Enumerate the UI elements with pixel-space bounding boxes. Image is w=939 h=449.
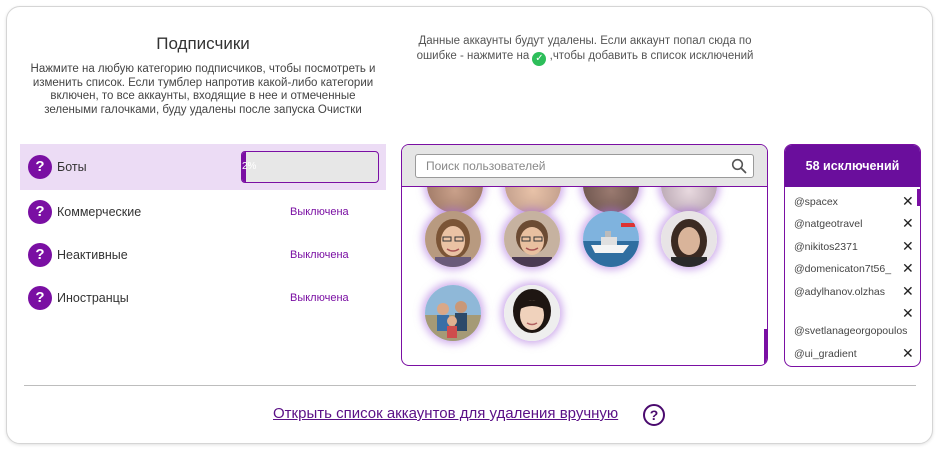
users-panel bbox=[401, 144, 768, 366]
exclusion-item: @ui_gradient ✕ bbox=[794, 342, 918, 364]
exclusion-item: @nikitos2371 ✕ bbox=[794, 235, 918, 257]
exclusion-item: @spacex ✕ bbox=[794, 190, 918, 212]
category-label: Неактивные bbox=[57, 247, 128, 262]
progress-text: 2% bbox=[242, 161, 257, 172]
subscribers-title: Подписчики bbox=[156, 34, 250, 53]
search-icon[interactable] bbox=[731, 158, 747, 174]
person-photo-icon bbox=[661, 211, 717, 267]
exclusions-header: 58 исключений bbox=[785, 145, 920, 187]
category-status[interactable]: Выключена bbox=[290, 206, 349, 218]
user-avatar[interactable] bbox=[425, 211, 481, 267]
person-photo-icon bbox=[504, 211, 560, 267]
exclusion-item: @domenicaton7t56_ ✕ bbox=[794, 257, 918, 279]
users-search-bar bbox=[402, 145, 767, 187]
category-foreigners[interactable]: ? Иностранцы Выключена bbox=[20, 276, 386, 319]
remove-icon[interactable]: ✕ bbox=[902, 215, 914, 232]
remove-icon[interactable]: ✕ bbox=[902, 283, 914, 300]
exclusion-username: @svetlanageorgopoulos bbox=[794, 325, 908, 337]
group-photo-icon bbox=[425, 285, 481, 341]
exclusion-username: @spacex bbox=[794, 196, 838, 208]
help-icon[interactable]: ? bbox=[643, 404, 665, 426]
exclusion-username: @domenicaton7t56_ bbox=[794, 263, 892, 275]
exclusion-username: @nikitos2371 bbox=[794, 241, 858, 253]
person-photo-icon bbox=[425, 211, 481, 267]
exclusion-item: @svetlanageorgopoulos bbox=[794, 319, 918, 341]
exclusion-username: @ui_gradient bbox=[794, 348, 857, 360]
question-icon[interactable]: ? bbox=[28, 242, 52, 267]
category-label: Боты bbox=[57, 160, 87, 174]
question-icon[interactable]: ? bbox=[28, 155, 52, 179]
check-icon: ✓ bbox=[532, 51, 547, 66]
exclusion-username: @adylhanov.olzhas bbox=[794, 286, 886, 298]
open-manual-list-link[interactable]: Открыть список аккаунтов для удаления вр… bbox=[273, 405, 618, 422]
person-photo-icon bbox=[504, 285, 560, 341]
category-status[interactable]: Выключена bbox=[290, 292, 349, 304]
scrollbar[interactable] bbox=[917, 189, 920, 206]
category-status[interactable]: Выключена bbox=[290, 249, 349, 261]
divider bbox=[24, 385, 916, 386]
scrollbar[interactable] bbox=[764, 329, 767, 364]
deletion-notice-part2: ,чтобы добавить в список исключений bbox=[549, 49, 754, 62]
exclusion-item: @adylhanov.olzhas ✕ bbox=[794, 280, 918, 302]
boat-photo-icon bbox=[583, 211, 639, 267]
remove-icon[interactable]: ✕ bbox=[902, 238, 914, 255]
exclusion-username: @natgeotravel bbox=[794, 218, 863, 230]
remove-icon[interactable]: ✕ bbox=[902, 193, 914, 210]
question-icon[interactable]: ? bbox=[28, 285, 52, 310]
question-icon[interactable]: ? bbox=[28, 199, 52, 224]
user-avatar[interactable] bbox=[504, 211, 560, 267]
category-list: ? Боты 2% ? Коммерческие Выключена ? Неа… bbox=[20, 144, 386, 319]
category-label: Иностранцы bbox=[57, 290, 129, 305]
remove-icon[interactable]: ✕ bbox=[902, 260, 914, 277]
category-bots[interactable]: ? Боты 2% bbox=[20, 144, 386, 190]
search-field[interactable] bbox=[415, 154, 754, 178]
remove-icon[interactable]: ✕ bbox=[902, 345, 914, 362]
exclusion-item: @natgeotravel ✕ bbox=[794, 212, 918, 234]
user-avatar[interactable] bbox=[504, 285, 560, 341]
user-avatar[interactable] bbox=[583, 211, 639, 267]
category-commercial[interactable]: ? Коммерческие Выключена bbox=[20, 190, 386, 233]
category-inactive[interactable]: ? Неактивные Выключена bbox=[20, 233, 386, 276]
user-avatar[interactable] bbox=[661, 211, 717, 267]
search-input[interactable] bbox=[426, 158, 726, 174]
exclusions-panel: 58 исключений @spacex ✕ @natgeotravel ✕ … bbox=[784, 144, 921, 367]
category-label: Коммерческие bbox=[57, 204, 142, 219]
user-avatar[interactable] bbox=[425, 285, 481, 341]
progress-bar: 2% bbox=[241, 151, 379, 183]
subscribers-description: Нажмите на любую категорию подписчиков, … bbox=[30, 63, 376, 116]
deletion-notice: Данные аккаунты будут удалены. Если акка… bbox=[410, 34, 760, 66]
